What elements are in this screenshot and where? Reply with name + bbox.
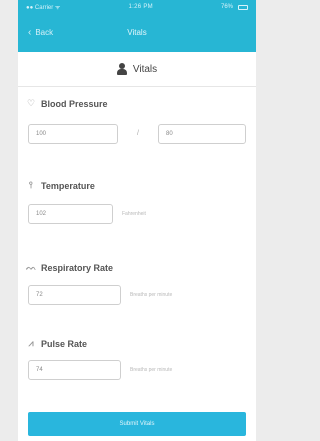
blood-pressure-label-row: ♡ Blood Pressure: [18, 98, 256, 109]
phone-screen: ●● Carrier ᯤ 1:26 PM 76% ‹ Back Vitals V…: [18, 0, 256, 441]
temperature-section: ⫯ Temperature: [18, 180, 256, 191]
diastolic-input[interactable]: 80: [158, 124, 246, 144]
status-left: ●● Carrier ᯤ: [26, 3, 60, 11]
pulse-rate-label: Pulse Rate: [41, 338, 88, 349]
thermometer-icon: ⫯: [29, 180, 33, 190]
respiratory-rate-label-row: ᨓ Respiratory Rate: [18, 262, 256, 273]
heart-rate-icon: ♡: [26, 98, 36, 108]
pulse-rate-input[interactable]: 74: [28, 360, 121, 380]
respiratory-rate-section: ᨓ Respiratory Rate: [18, 262, 256, 273]
bp-separator: /: [137, 130, 139, 137]
systolic-input[interactable]: 100: [28, 124, 118, 144]
status-time: 1:26 PM: [128, 4, 153, 10]
blood-pressure-section: ♡ Blood Pressure: [18, 98, 256, 109]
respiratory-rate-unit: Breaths per minute: [130, 292, 173, 298]
respiratory-rate-input[interactable]: 72: [28, 285, 121, 305]
temperature-unit: Fahrenheit: [122, 211, 146, 217]
battery-icon: [238, 4, 248, 10]
page-title: Vitals: [132, 63, 158, 75]
nav-title: Vitals: [127, 28, 147, 37]
pulse-icon: ⩘: [28, 338, 34, 348]
respiratory-rate-label: Respiratory Rate: [41, 262, 114, 273]
person-icon: [116, 63, 127, 75]
battery-text: 76%: [220, 4, 233, 10]
blood-pressure-label: Blood Pressure: [41, 98, 108, 109]
temperature-input[interactable]: 102: [28, 204, 113, 224]
pulse-rate-section: ⩘ Pulse Rate: [18, 338, 256, 349]
temperature-label-row: ⫯ Temperature: [18, 180, 256, 191]
status-bar: ●● Carrier ᯤ 1:26 PM 76%: [18, 0, 256, 14]
page-header: Vitals: [18, 52, 256, 87]
status-right: 76%: [221, 4, 248, 10]
pulse-rate-label-row: ⩘ Pulse Rate: [18, 338, 256, 349]
pulse-rate-unit: Breaths per minute: [130, 367, 173, 373]
submit-vitals-button[interactable]: Submit Vitals: [28, 412, 246, 436]
temperature-label: Temperature: [41, 180, 95, 191]
carrier-text: ●● Carrier ᯤ: [26, 5, 61, 11]
nav-bar: ‹ Back Vitals: [18, 14, 256, 52]
lungs-icon: ᨓ: [26, 262, 37, 272]
